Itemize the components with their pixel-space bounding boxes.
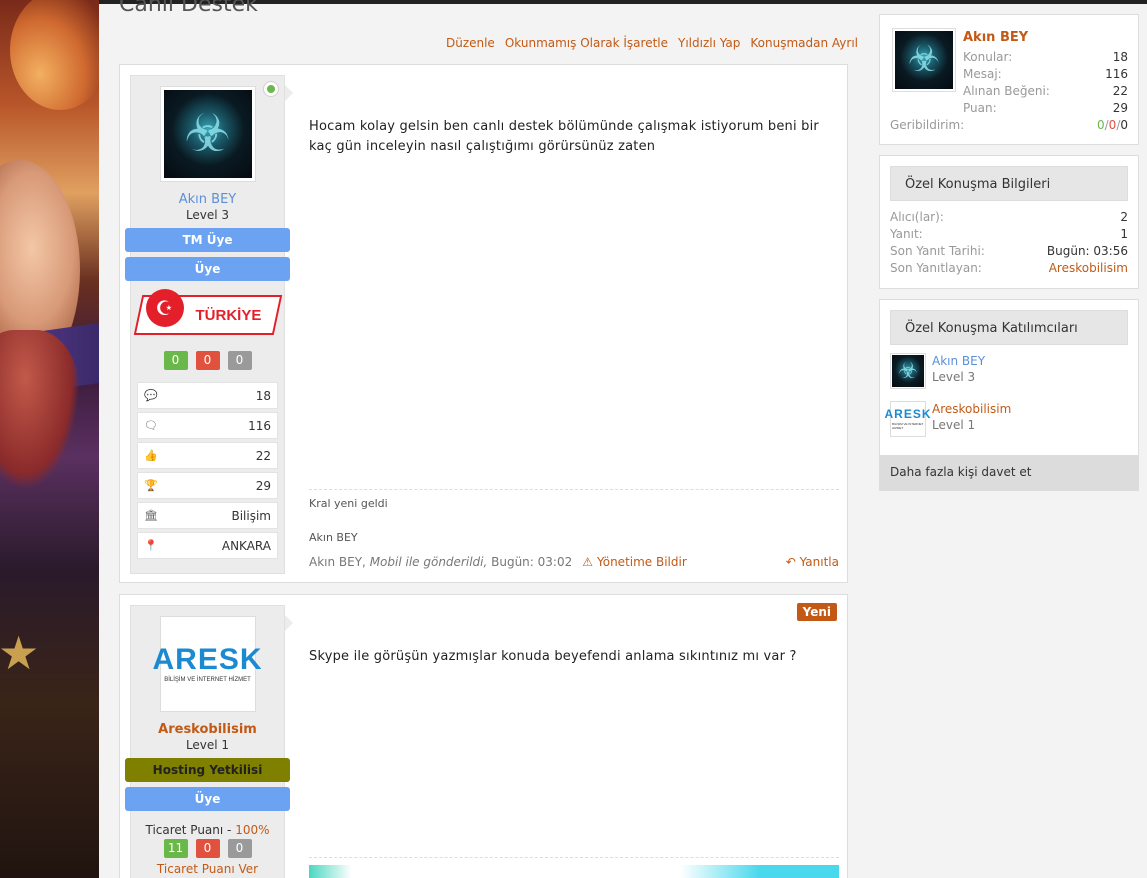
stat-row: 🏆 29 xyxy=(137,472,278,499)
user-stats: 💬 18 🗨 116 👍 22 🏆 29 🏛 Bilişim 📍 ANKARA xyxy=(137,382,278,559)
turkey-badge: ☪ TÜRKİYE xyxy=(133,289,282,339)
avatar[interactable] xyxy=(890,353,926,389)
signature-banner xyxy=(309,865,839,878)
avatar[interactable]: ARESK BİLİŞİM VE İNTERNET HİZMET xyxy=(153,616,262,712)
post-meta: Akın BEY, Mobil ile gönderildi, Bugün: 0… xyxy=(309,555,839,569)
main-content: Canlı Destek Düzenle Okunmamış Olarak İş… xyxy=(99,0,1147,878)
user-level: Level 3 xyxy=(185,208,230,222)
negative-rep[interactable]: 0 xyxy=(195,351,220,370)
signature-text: Kral yeni geldi xyxy=(309,497,388,510)
meta-device: Mobil ile gönderildi, xyxy=(369,555,488,569)
page-title: Canlı Destek xyxy=(119,0,258,17)
meta-author[interactable]: Akın BEY, xyxy=(309,555,366,569)
profile-card: Akın BEY Konular:18 Mesaj:116 Alınan Beğ… xyxy=(879,14,1139,145)
conversation-info-box: Özel Konuşma Bilgileri Alıcı(lar): 2 Yanı… xyxy=(879,155,1139,289)
signature-author: Akın BEY xyxy=(309,531,358,544)
leave-conversation-link[interactable]: Konuşmadan Ayrıl xyxy=(750,36,858,50)
user-title-ribbon: Üye xyxy=(125,257,290,281)
last-replier-link[interactable]: Areskobilisim xyxy=(1049,260,1128,277)
speech-arrow xyxy=(285,615,293,631)
info-row: Alıcı(lar): 2 xyxy=(890,210,1128,224)
participant-item[interactable]: ARESK BİLİŞİM VE İNTERNET HİZMET Areskobi… xyxy=(885,401,1128,441)
profile-stat: Mesaj: 116 xyxy=(963,67,1128,81)
profile-name-link[interactable]: Akın BEY xyxy=(963,30,1028,45)
sidebar: Akın BEY Konular:18 Mesaj:116 Alınan Beğ… xyxy=(879,14,1139,501)
participants-box: Özel Konuşma Katılımcıları Akın BEYLevel… xyxy=(879,299,1139,491)
background-artwork: ★ xyxy=(0,0,99,878)
star-link[interactable]: Yıldızlı Yap xyxy=(678,36,740,50)
info-row: Yanıt: 1 xyxy=(890,227,1128,241)
profile-stat: Alınan Beğeni: 22 xyxy=(963,84,1128,98)
message-text: Skype ile görüşün yazmışlar konuda beyef… xyxy=(309,649,797,664)
profile-stat: Puan: 29 xyxy=(963,101,1128,115)
negative-rep[interactable]: 0 xyxy=(195,839,220,858)
username-link[interactable]: Areskobilisim xyxy=(131,722,284,737)
avatar[interactable]: ARESK BİLİŞİM VE İNTERNET HİZMET xyxy=(885,401,931,437)
areskobilisim-logo: ARESK BİLİŞİM VE İNTERNET HİZMET xyxy=(153,620,262,708)
comments-icon: 🗨 xyxy=(144,419,158,432)
trade-score: Ticaret Puanı - 100% xyxy=(145,823,270,837)
positive-rep[interactable]: 11 xyxy=(163,839,188,858)
map-pin-icon: 📍 xyxy=(144,539,158,552)
online-status-icon xyxy=(264,82,278,96)
username-link[interactable]: Akın BEY xyxy=(131,192,284,207)
feedback-row: Geribildirim: 0/0/0 xyxy=(890,118,1128,132)
info-row: Son Yanıt Tarihi: Bugün: 03:56 xyxy=(890,244,1128,258)
report-link[interactable]: ⚠ Yönetime Bildir xyxy=(582,555,687,569)
signature-divider xyxy=(309,857,839,858)
user-info-panel: Akın BEY Level 3 TM Üye Üye ☪ TÜRKİYE 0 … xyxy=(125,75,290,574)
stat-row: 🏛 Bilişim xyxy=(137,502,278,529)
trophy-icon: 🏆 xyxy=(144,479,158,492)
reply-link[interactable]: ↶ Yanıtla xyxy=(786,555,839,569)
give-trade-score-link[interactable]: Ticaret Puanı Ver xyxy=(131,862,284,876)
user-level: Level 1 xyxy=(185,738,230,752)
message-post: Akın BEY Level 3 TM Üye Üye ☪ TÜRKİYE 0 … xyxy=(119,64,848,583)
stat-row: 🗨 116 xyxy=(137,412,278,439)
thread-actions: Düzenle Okunmamış Olarak İşaretle Yıldız… xyxy=(446,36,858,50)
thumbs-up-icon: 👍 xyxy=(144,449,158,462)
info-row: Son Yanıtlayan: Areskobilisim xyxy=(890,260,1128,277)
participant-item[interactable]: Akın BEYLevel 3 xyxy=(890,353,1128,393)
profile-stat: Konular: 18 xyxy=(963,50,1128,64)
message-text: Hocam kolay gelsin ben canlı destek bölü… xyxy=(309,119,819,154)
user-info-panel: ARESK BİLİŞİM VE İNTERNET HİZMET Areskob… xyxy=(125,605,290,878)
stat-row: 💬 18 xyxy=(137,382,278,409)
speech-arrow xyxy=(285,85,293,101)
new-badge: Yeni xyxy=(796,603,837,621)
neutral-rep[interactable]: 0 xyxy=(227,839,252,858)
bank-icon: 🏛 xyxy=(144,509,158,522)
star-decoration-icon: ★ xyxy=(0,626,40,680)
reputation-counters: 11 0 0 xyxy=(131,839,284,858)
section-heading: Özel Konuşma Katılımcıları xyxy=(890,310,1128,345)
mark-unread-link[interactable]: Okunmamış Olarak İşaretle xyxy=(505,36,668,50)
avatar[interactable] xyxy=(159,86,256,182)
user-title-ribbon: Üye xyxy=(125,787,290,811)
user-title-ribbon: Hosting Yetkilisi xyxy=(125,758,290,782)
comment-icon: 💬 xyxy=(144,389,158,402)
reply-icon: ↶ xyxy=(785,555,800,569)
invite-more-link[interactable]: Daha fazla kişi davet et xyxy=(880,455,1138,490)
crescent-star-icon: ☪ xyxy=(145,289,184,327)
meta-time: Bugün: 03:02 xyxy=(491,555,573,569)
reputation-counters: 0 0 0 xyxy=(131,351,284,370)
positive-rep[interactable]: 0 xyxy=(163,351,188,370)
message-post: Yeni ARESK BİLİŞİM VE İNTERNET HİZMET Ar… xyxy=(119,594,848,878)
user-title-ribbon: TM Üye xyxy=(125,228,290,252)
stat-row: 👍 22 xyxy=(137,442,278,469)
warning-icon: ⚠ xyxy=(582,555,593,569)
edit-link[interactable]: Düzenle xyxy=(446,36,495,50)
signature-divider xyxy=(309,489,839,490)
avatar[interactable] xyxy=(892,28,956,92)
section-heading: Özel Konuşma Bilgileri xyxy=(890,166,1128,201)
stat-row: 📍 ANKARA xyxy=(137,532,278,559)
neutral-rep[interactable]: 0 xyxy=(227,351,252,370)
